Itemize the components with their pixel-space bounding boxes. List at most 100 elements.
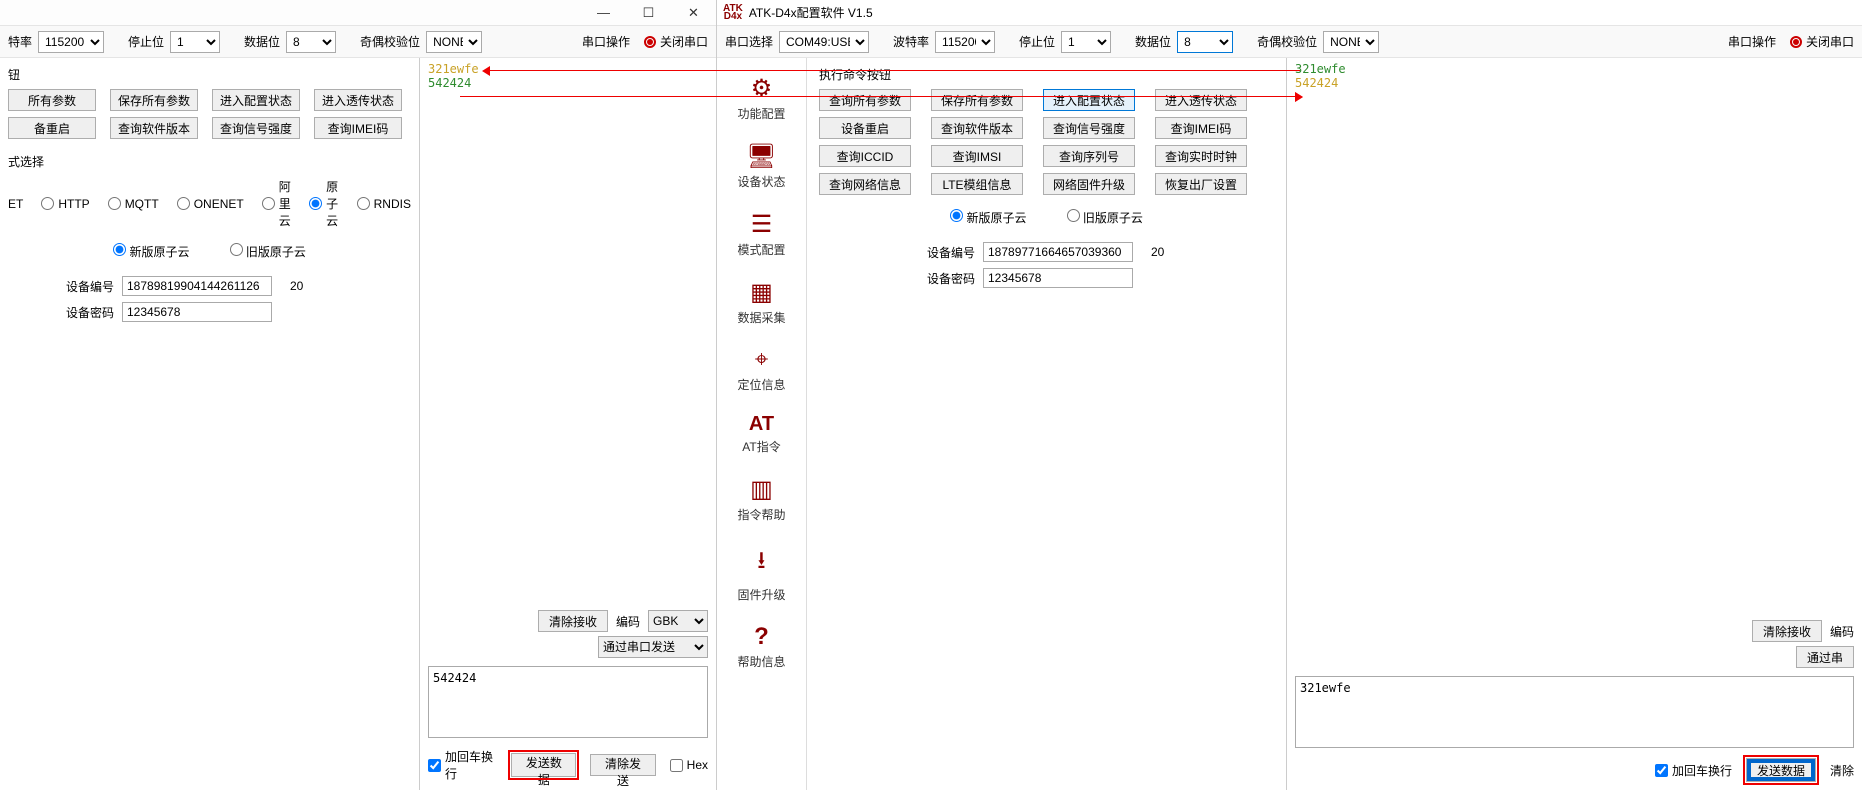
log-line: 321ewfe bbox=[428, 62, 708, 76]
databit-select[interactable]: 8 bbox=[286, 31, 336, 53]
section-title-2: 式选择 bbox=[8, 153, 411, 170]
arrow-annotation-2 bbox=[460, 96, 1300, 97]
query-all-params-r[interactable]: 查询所有参数 bbox=[819, 89, 911, 111]
send-data-button-r[interactable]: 发送数据 bbox=[1746, 758, 1816, 782]
stopbit-select[interactable]: 1 bbox=[170, 31, 220, 53]
radio-old-cloud[interactable]: 旧版原子云 bbox=[230, 243, 306, 260]
device-id-input[interactable] bbox=[122, 276, 272, 296]
parity-label: 奇偶校验位 bbox=[360, 33, 420, 50]
radio-atom[interactable]: 原子云 bbox=[309, 178, 338, 229]
send-data-button[interactable]: 发送数据 bbox=[511, 753, 576, 777]
query-sw-version-button[interactable]: 查询软件版本 bbox=[110, 117, 198, 139]
left-window: — ☐ ✕ 特率 115200 停止位 1 数据位 8 奇偶校验位 NONE 串… bbox=[0, 0, 717, 790]
baud-select-r[interactable]: 115200 bbox=[935, 31, 995, 53]
section-title-1: 钮 bbox=[8, 66, 411, 83]
minimize-button[interactable]: — bbox=[581, 0, 626, 26]
list-icon: ☰ bbox=[751, 210, 773, 239]
baud-select[interactable]: 115200 bbox=[38, 31, 104, 53]
barcode-icon: ▦ bbox=[750, 278, 773, 307]
device-pwd-input[interactable] bbox=[122, 302, 272, 322]
send-via-r[interactable]: 通过串 bbox=[1796, 646, 1854, 668]
device-pwd-label-r: 设备密码 bbox=[919, 270, 975, 287]
enter-config-r[interactable]: 进入配置状态 bbox=[1043, 89, 1135, 111]
sidebar-item-firmware[interactable]: ⭳固件升级 bbox=[717, 537, 806, 609]
query-imsi-r[interactable]: 查询IMSI bbox=[931, 145, 1023, 167]
close-serial-button-r[interactable]: 关闭串口 bbox=[1790, 33, 1854, 50]
enter-config-button[interactable]: 进入配置状态 bbox=[212, 89, 300, 111]
query-sw-version-r[interactable]: 查询软件版本 bbox=[931, 117, 1023, 139]
close-button[interactable]: ✕ bbox=[671, 0, 716, 26]
query-imei-button[interactable]: 查询IMEI码 bbox=[314, 117, 402, 139]
left-config-panel: 钮 所有参数 保存所有参数 进入配置状态 进入透传状态 备重启 查询软件版本 查… bbox=[0, 58, 420, 790]
radio-new-cloud[interactable]: 新版原子云 bbox=[113, 243, 189, 260]
radio-new-cloud-r[interactable]: 新版原子云 bbox=[950, 209, 1026, 226]
clear-recv-button-r[interactable]: 清除接收 bbox=[1752, 620, 1822, 642]
radio-aliyun[interactable]: 阿里云 bbox=[262, 178, 291, 229]
lte-info-r[interactable]: LTE模组信息 bbox=[931, 173, 1023, 195]
device-restart-button[interactable]: 备重启 bbox=[8, 117, 96, 139]
device-id-count-r: 20 bbox=[1151, 245, 1164, 259]
port-label: 串口选择 bbox=[725, 33, 773, 50]
sidebar-item-location[interactable]: ⌖定位信息 bbox=[717, 340, 806, 399]
sidebar-item-cmdhelp[interactable]: ▥指令帮助 bbox=[717, 469, 806, 529]
enter-transparent-button[interactable]: 进入透传状态 bbox=[314, 89, 402, 111]
radio-old-cloud-r[interactable]: 旧版原子云 bbox=[1067, 209, 1143, 226]
stopbit-label-r: 停止位 bbox=[1019, 33, 1055, 50]
sidebar-item-collect[interactable]: ▦数据采集 bbox=[717, 272, 806, 332]
sidebar: ⚙功能配置 🖥设备状态 ☰模式配置 ▦数据采集 ⌖定位信息 ATAT指令 ▥指令… bbox=[717, 58, 807, 790]
factory-reset-r[interactable]: 恢复出厂设置 bbox=[1155, 173, 1247, 195]
radio-et[interactable]: ET bbox=[8, 197, 23, 211]
monitor-icon: 🖥 bbox=[746, 142, 776, 171]
log-line: 542424 bbox=[1295, 76, 1854, 90]
send-textarea-r[interactable]: 321ewfe bbox=[1295, 676, 1854, 748]
radio-rndis[interactable]: RNDIS bbox=[357, 197, 411, 211]
send-via-select[interactable]: 通过串口发送 bbox=[598, 636, 708, 658]
query-signal-button[interactable]: 查询信号强度 bbox=[212, 117, 300, 139]
add-crlf-check-r[interactable]: 加回车换行 bbox=[1655, 762, 1732, 779]
query-iccid-r[interactable]: 查询ICCID bbox=[819, 145, 911, 167]
cloud-version-row: 新版原子云 旧版原子云 bbox=[8, 243, 411, 260]
hex-check[interactable]: Hex bbox=[670, 758, 708, 772]
send-textarea[interactable]: 542424 bbox=[428, 666, 708, 738]
save-all-params-button[interactable]: 保存所有参数 bbox=[110, 89, 198, 111]
clear-send-button[interactable]: 清除发送 bbox=[590, 754, 655, 776]
toolbar-left: 特率 115200 停止位 1 数据位 8 奇偶校验位 NONE 串口操作 关闭… bbox=[0, 26, 716, 58]
parity-select-r[interactable]: NONE bbox=[1323, 31, 1379, 53]
device-restart-r[interactable]: 设备重启 bbox=[819, 117, 911, 139]
device-pwd-label: 设备密码 bbox=[58, 304, 114, 321]
clear-recv-button[interactable]: 清除接收 bbox=[538, 610, 608, 632]
device-id-input-r[interactable] bbox=[983, 242, 1133, 262]
net-fw-upgrade-r[interactable]: 网络固件升级 bbox=[1043, 173, 1135, 195]
toolbar-right: 串口选择 COM49:USB-SEI 波特率 115200 停止位 1 数据位 … bbox=[717, 26, 1862, 58]
device-pwd-input-r[interactable] bbox=[983, 268, 1133, 288]
encoding-select[interactable]: GBK bbox=[648, 610, 708, 632]
sidebar-item-help[interactable]: ?帮助信息 bbox=[717, 617, 806, 676]
enter-transparent-r[interactable]: 进入透传状态 bbox=[1155, 89, 1247, 111]
radio-mqtt[interactable]: MQTT bbox=[108, 197, 159, 211]
right-window: ATKD4x ATK-D4x配置软件 V1.5 串口选择 COM49:USB-S… bbox=[717, 0, 1862, 790]
sidebar-item-config[interactable]: ⚙功能配置 bbox=[717, 68, 806, 128]
close-serial-button[interactable]: 关闭串口 bbox=[644, 33, 708, 50]
location-icon: ⌖ bbox=[755, 346, 769, 374]
stopbit-select-r[interactable]: 1 bbox=[1061, 31, 1111, 53]
save-all-params-r[interactable]: 保存所有参数 bbox=[931, 89, 1023, 111]
databit-select-r[interactable]: 8 bbox=[1177, 31, 1233, 53]
log-line: 542424 bbox=[428, 76, 708, 90]
sidebar-item-mode[interactable]: ☰模式配置 bbox=[717, 204, 806, 264]
query-signal-r[interactable]: 查询信号强度 bbox=[1043, 117, 1135, 139]
sidebar-item-status[interactable]: 🖥设备状态 bbox=[717, 136, 806, 196]
port-select[interactable]: COM49:USB-SEI bbox=[779, 31, 869, 53]
radio-http[interactable]: HTTP bbox=[41, 197, 89, 211]
query-all-params-button[interactable]: 所有参数 bbox=[8, 89, 96, 111]
stopbit-label: 停止位 bbox=[128, 33, 164, 50]
query-serial-r[interactable]: 查询序列号 bbox=[1043, 145, 1135, 167]
add-crlf-check[interactable]: 加回车换行 bbox=[428, 748, 497, 782]
query-imei-r[interactable]: 查询IMEI码 bbox=[1155, 117, 1247, 139]
query-net-r[interactable]: 查询网络信息 bbox=[819, 173, 911, 195]
sidebar-item-at[interactable]: ATAT指令 bbox=[717, 407, 806, 461]
maximize-button[interactable]: ☐ bbox=[626, 0, 671, 26]
query-rtc-r[interactable]: 查询实时时钟 bbox=[1155, 145, 1247, 167]
radio-onenet[interactable]: ONENET bbox=[177, 197, 244, 211]
parity-select[interactable]: NONE bbox=[426, 31, 482, 53]
log-line: 321ewfe bbox=[1295, 62, 1854, 76]
